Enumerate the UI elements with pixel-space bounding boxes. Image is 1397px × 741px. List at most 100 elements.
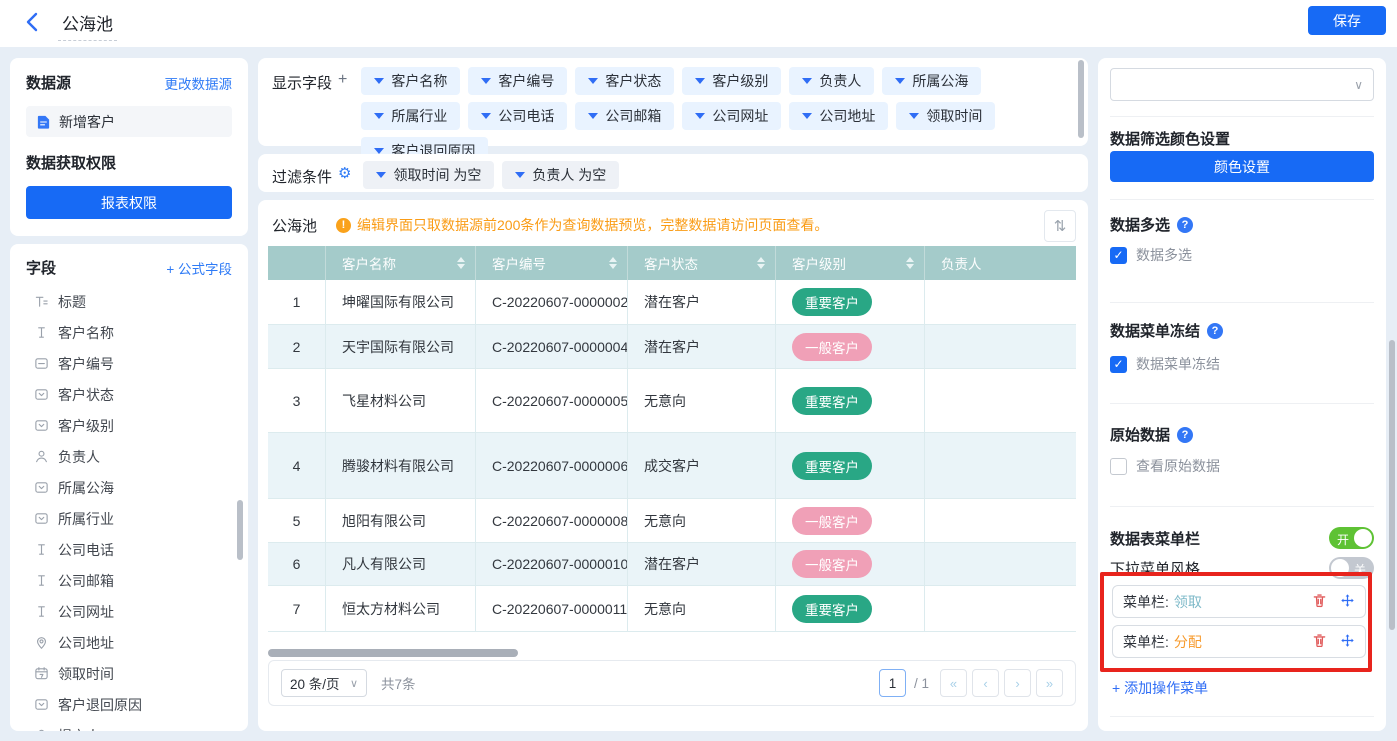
- prev-page-icon[interactable]: ‹: [972, 669, 999, 697]
- raw-data-checkbox-row[interactable]: 查看原始数据: [1110, 456, 1374, 476]
- field-item-person[interactable]: 负责人: [26, 441, 232, 472]
- formula-field-link[interactable]: + 公式字段: [166, 258, 232, 278]
- field-item-location[interactable]: 公司地址: [26, 627, 232, 658]
- next-page-icon[interactable]: ›: [1004, 669, 1031, 697]
- column-header[interactable]: 客户级别: [776, 246, 925, 280]
- back-icon[interactable]: [20, 9, 46, 35]
- help-icon[interactable]: ?: [1177, 217, 1193, 233]
- field-item-number[interactable]: 客户编号: [26, 348, 232, 379]
- multi-select-checkbox-row[interactable]: ✓ 数据多选: [1110, 245, 1374, 265]
- fields-scrollbar[interactable]: [237, 500, 243, 560]
- field-item-select[interactable]: 客户状态: [26, 379, 232, 410]
- menubar-toggle-on[interactable]: 开: [1329, 527, 1374, 549]
- page-size-select[interactable]: 20 条/页 ∨: [281, 669, 367, 697]
- field-item-text[interactable]: 公司邮箱: [26, 565, 232, 596]
- fields-title: 字段: [26, 257, 56, 278]
- display-field-chip[interactable]: 客户名称: [361, 67, 460, 95]
- color-setting-button[interactable]: 颜色设置: [1110, 151, 1374, 182]
- sort-order-icon[interactable]: ⇅: [1044, 210, 1076, 242]
- row-number-cell: 7: [268, 586, 326, 632]
- display-field-chip[interactable]: 领取时间: [896, 102, 995, 130]
- table-row[interactable]: 6凡人有限公司C-20220607-0000010潜在客户一般客户: [268, 543, 1076, 586]
- level-badge: 一般客户: [792, 507, 872, 535]
- toggle-knob: [1354, 529, 1372, 547]
- column-header[interactable]: 客户编号: [476, 246, 628, 280]
- sort-icon[interactable]: [906, 257, 914, 269]
- display-field-chip[interactable]: 客户级别: [682, 67, 781, 95]
- column-header[interactable]: 负责人: [925, 246, 1076, 280]
- field-item-select[interactable]: 客户级别: [26, 410, 232, 441]
- column-header-label: 负责人: [941, 253, 982, 273]
- checkbox-unchecked-icon[interactable]: [1110, 458, 1127, 475]
- level-badge: 重要客户: [792, 595, 872, 623]
- add-action-menu-link[interactable]: + 添加操作菜单: [1112, 678, 1208, 698]
- display-field-chip[interactable]: 公司邮箱: [575, 102, 674, 130]
- trash-icon[interactable]: [1312, 593, 1327, 611]
- field-item-select[interactable]: 客户退回原因: [26, 689, 232, 720]
- chevron-down-icon: [515, 172, 525, 178]
- field-item-label: 公司电话: [58, 540, 114, 560]
- trash-icon[interactable]: [1312, 633, 1327, 651]
- dropdown-style-toggle-off[interactable]: 关: [1329, 557, 1374, 579]
- column-header[interactable]: 客户状态: [628, 246, 776, 280]
- sort-icon[interactable]: [457, 257, 465, 269]
- menu-freeze-checkbox-row[interactable]: ✓ 数据菜单冻结: [1110, 354, 1374, 374]
- field-item-label: 公司邮箱: [58, 571, 114, 591]
- settings-select[interactable]: ∨: [1110, 68, 1374, 101]
- help-icon[interactable]: ?: [1177, 427, 1193, 443]
- field-item-select[interactable]: 所属公海: [26, 472, 232, 503]
- display-field-chip[interactable]: 公司地址: [789, 102, 888, 130]
- display-field-chip[interactable]: 公司电话: [468, 102, 567, 130]
- first-page-icon[interactable]: «: [940, 669, 967, 697]
- table-row[interactable]: 1坤曜国际有限公司C-20220607-0000002潜在客户重要客户: [268, 280, 1076, 325]
- table-row[interactable]: 7恒太方材料公司C-20220607-0000011无意向重要客户: [268, 586, 1076, 632]
- checkbox-checked-icon[interactable]: ✓: [1110, 247, 1127, 264]
- field-item-date[interactable]: 领取时间: [26, 658, 232, 689]
- gear-icon[interactable]: ⚙: [332, 161, 351, 182]
- add-display-field-icon[interactable]: +: [332, 67, 347, 89]
- table-row[interactable]: 5旭阳有限公司C-20220607-0000008无意向一般客户: [268, 499, 1076, 543]
- chevron-down-icon: [802, 113, 812, 119]
- field-item-text[interactable]: 公司网址: [26, 596, 232, 627]
- display-field-chip[interactable]: 客户状态: [575, 67, 674, 95]
- field-item-person[interactable]: 提交人: [26, 720, 232, 731]
- checkbox-checked-icon[interactable]: ✓: [1110, 356, 1127, 373]
- display-field-chip[interactable]: 客户编号: [468, 67, 567, 95]
- display-field-chip[interactable]: 所属公海: [882, 67, 981, 95]
- field-item-select[interactable]: 所属行业: [26, 503, 232, 534]
- display-field-chip[interactable]: 负责人: [789, 67, 874, 95]
- change-datasource-link[interactable]: 更改数据源: [165, 73, 233, 93]
- middle-scrollbar[interactable]: [1078, 60, 1084, 138]
- display-field-chip[interactable]: 所属行业: [361, 102, 460, 130]
- page-size-value: 20 条/页: [290, 673, 340, 693]
- row-number-cell: 2: [268, 325, 326, 369]
- menubar-item[interactable]: 菜单栏:领取: [1112, 585, 1366, 618]
- last-page-icon[interactable]: »: [1036, 669, 1063, 697]
- column-header[interactable]: 客户名称: [326, 246, 476, 280]
- filter-chip[interactable]: 负责人 为空: [502, 161, 619, 189]
- field-item-label: 公司网址: [58, 602, 114, 622]
- datasource-item[interactable]: 新增客户: [26, 106, 232, 137]
- table-row[interactable]: 3飞星材料公司C-20220607-0000005无意向重要客户: [268, 369, 1076, 433]
- sort-icon[interactable]: [609, 257, 617, 269]
- field-item-title[interactable]: 标题: [26, 286, 232, 317]
- move-icon[interactable]: [1340, 633, 1355, 651]
- menubar-item[interactable]: 菜单栏:分配: [1112, 625, 1366, 658]
- customer-name-cell: 恒太方材料公司: [326, 586, 476, 632]
- chevron-down-icon: [481, 78, 491, 84]
- table-row[interactable]: 2天宇国际有限公司C-20220607-0000004潜在客户一般客户: [268, 325, 1076, 369]
- filter-chip[interactable]: 领取时间 为空: [363, 161, 494, 189]
- page-scrollbar[interactable]: [1389, 340, 1395, 630]
- field-item-text[interactable]: 公司电话: [26, 534, 232, 565]
- horizontal-scrollbar[interactable]: [268, 649, 788, 657]
- report-permission-button[interactable]: 报表权限: [26, 186, 232, 219]
- customer-code-cell: C-20220607-0000006: [476, 433, 628, 499]
- display-field-chip[interactable]: 公司网址: [682, 102, 781, 130]
- field-item-text[interactable]: 客户名称: [26, 317, 232, 348]
- current-page-box[interactable]: 1: [879, 669, 906, 697]
- help-icon[interactable]: ?: [1207, 323, 1223, 339]
- table-row[interactable]: 4腾骏材料有限公司C-20220607-0000006成交客户重要客户: [268, 433, 1076, 499]
- move-icon[interactable]: [1340, 593, 1355, 611]
- save-button[interactable]: 保存: [1308, 6, 1386, 35]
- sort-icon[interactable]: [757, 257, 765, 269]
